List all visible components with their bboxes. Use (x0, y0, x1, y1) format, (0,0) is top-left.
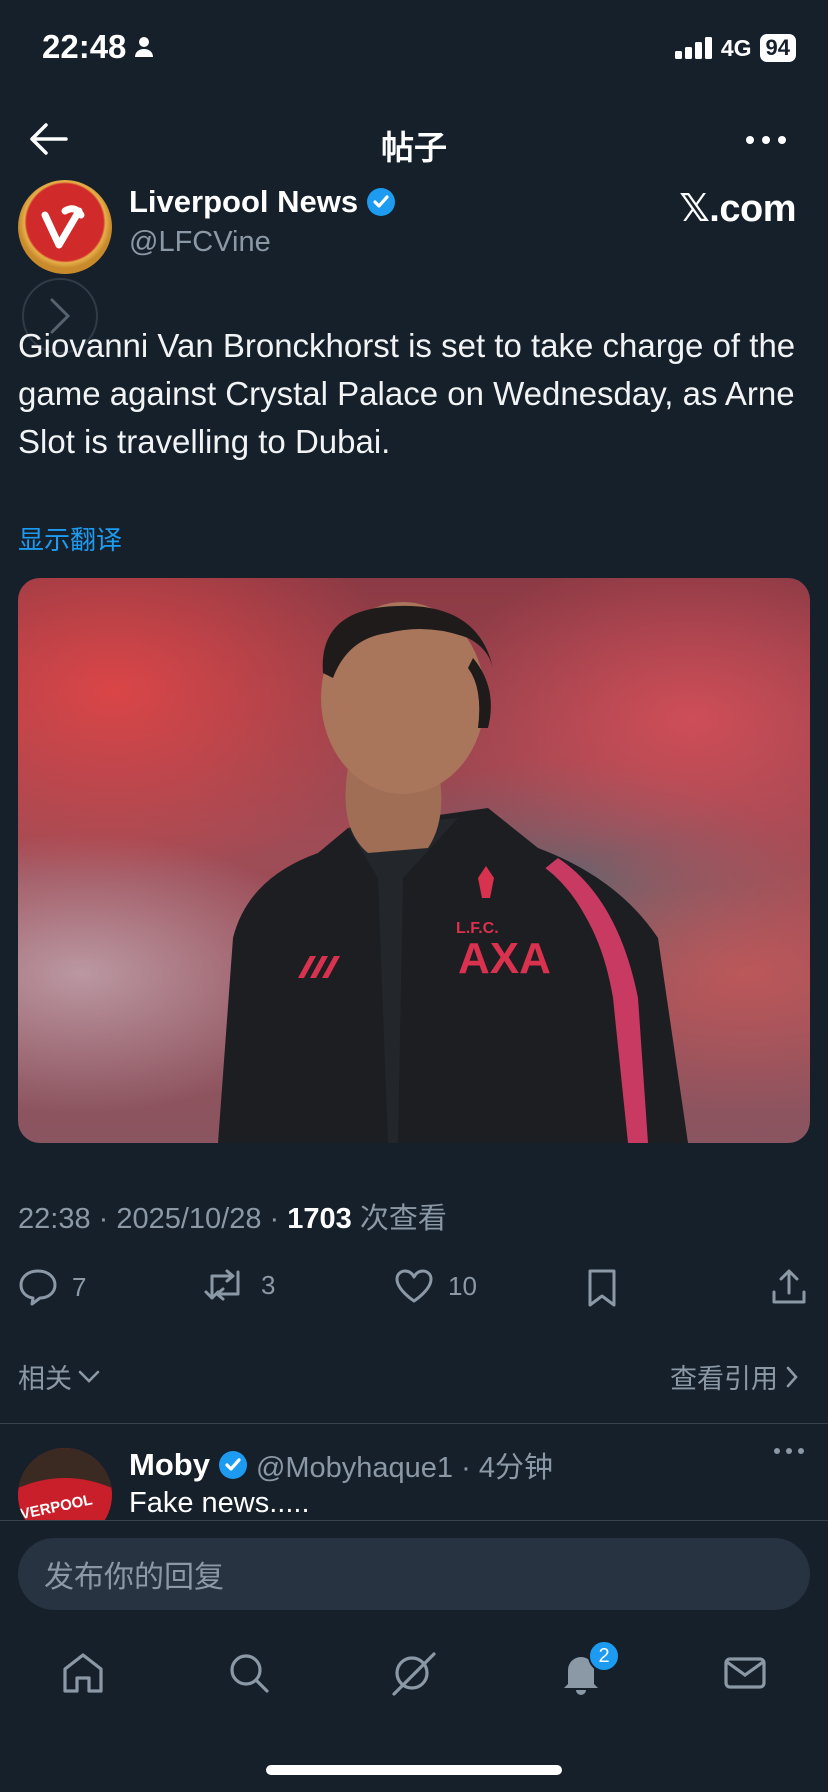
share-button[interactable] (770, 1268, 808, 1306)
author-avatar[interactable] (18, 180, 112, 274)
battery-indicator: 94 (759, 34, 796, 62)
reply-text: Fake news..... (129, 1487, 310, 1519)
vine-logo-icon (41, 205, 85, 249)
more-horizontal-icon (774, 1448, 804, 1454)
chevron-right-icon (786, 1366, 798, 1387)
signal-icon (674, 37, 712, 59)
related-sort-button[interactable]: 相关 (18, 1357, 100, 1396)
more-button[interactable] (746, 136, 786, 144)
verified-badge-icon (367, 188, 396, 216)
author-name[interactable]: Liverpool News (129, 184, 396, 220)
more-horizontal-icon (746, 136, 786, 144)
repost-icon (204, 1269, 240, 1301)
status-time: 22:48 (42, 28, 154, 66)
post-actions: 7 3 10 (0, 1268, 828, 1312)
tab-messages[interactable] (722, 1650, 768, 1696)
tab-search[interactable] (226, 1650, 272, 1696)
reply-handle: @Mobyhaque1 · 4分钟 (255, 1452, 553, 1484)
home-indicator[interactable] (266, 1765, 562, 1775)
home-icon (63, 1653, 103, 1693)
post-timestamp: 22:38 · 2025/10/28 · (18, 1203, 288, 1235)
bookmark-button[interactable] (586, 1268, 618, 1308)
like-button[interactable]: 10 (394, 1268, 477, 1304)
heart-icon (395, 1269, 433, 1303)
views-label: 次查看 (351, 1203, 447, 1235)
tab-home[interactable] (60, 1650, 106, 1696)
search-icon (230, 1654, 269, 1693)
share-icon (772, 1269, 806, 1304)
coach-photo-illustration: AXA L.F.C. (218, 602, 688, 1143)
bookmark-icon (588, 1269, 616, 1307)
chevron-down-icon (78, 1370, 100, 1383)
network-label: 4G (720, 34, 752, 61)
repost-button[interactable]: 3 (203, 1268, 275, 1302)
reply-button[interactable]: 7 (18, 1268, 86, 1306)
notifications-badge: 2 (588, 1640, 620, 1672)
svg-text:AXA: AXA (458, 934, 551, 983)
svg-text:L.F.C.: L.F.C. (456, 920, 499, 937)
reply-input[interactable]: 发布你的回复 (18, 1538, 810, 1610)
page-title: 帖子 (381, 129, 447, 166)
reply-author[interactable]: Moby @Mobyhaque1 · 4分钟 (129, 1444, 553, 1486)
tab-grok[interactable] (390, 1650, 436, 1696)
mail-icon (724, 1657, 766, 1689)
show-translation-link[interactable]: 显示翻译 (18, 520, 122, 557)
divider (0, 1423, 828, 1424)
author-handle[interactable]: @LFCVine (129, 226, 271, 259)
verified-badge-icon (218, 1451, 247, 1479)
x-com-watermark: 𝕏.com (679, 188, 796, 230)
tab-bar (0, 1640, 828, 1710)
post-meta: 22:38 · 2025/10/28 · 1703 次查看 (18, 1195, 447, 1237)
grok-icon (392, 1652, 436, 1696)
view-quotes-link[interactable]: 查看引用 (670, 1357, 798, 1396)
reply-more-button[interactable] (774, 1448, 804, 1454)
status-indicators: 4G 94 (674, 34, 796, 62)
post-image[interactable]: AXA L.F.C. (18, 578, 810, 1143)
post-text: Giovanni Van Bronckhorst is set to take … (18, 327, 796, 460)
view-count: 1703 (287, 1203, 352, 1235)
person-icon (135, 37, 154, 57)
comment-icon (19, 1269, 57, 1306)
